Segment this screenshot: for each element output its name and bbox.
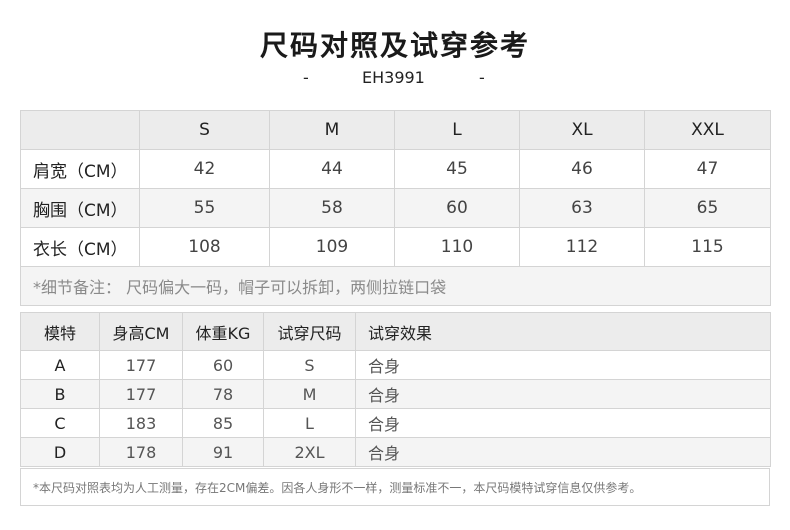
model-size: 2XL [263, 437, 356, 467]
size-header-cell [20, 110, 140, 150]
size-header-cell: S [139, 110, 270, 150]
product-code: EH3991 [362, 68, 425, 87]
model-weight: 91 [182, 437, 264, 467]
model-height: 178 [99, 437, 183, 467]
model-header-cell: 模特 [20, 312, 100, 351]
model-fit-table: 模特 身高CM 体重KG 试穿尺码 试穿效果 A 177 60 S 合身 B 1… [20, 312, 771, 467]
measurement-value: 65 [644, 188, 771, 228]
code-dash-right: - [479, 68, 485, 87]
size-header-cell: M [269, 110, 395, 150]
measurement-label: 肩宽（CM） [20, 149, 140, 189]
model-header-cell: 身高CM [99, 312, 183, 351]
size-header-row: S M L XL XXL [20, 110, 771, 150]
measurement-value: 46 [519, 149, 645, 189]
measurement-value: 112 [519, 227, 645, 267]
measurement-value: 58 [269, 188, 395, 228]
table-row: 衣长（CM） 108 109 110 112 115 [20, 227, 771, 267]
table-row: 肩宽（CM） 42 44 45 46 47 [20, 149, 771, 189]
measurement-value: 47 [644, 149, 771, 189]
page-title: 尺码对照及试穿参考 [259, 29, 530, 62]
fit-effect: 合身 [355, 379, 771, 409]
size-header-cell: XXL [644, 110, 771, 150]
measurement-value: 110 [394, 227, 520, 267]
note-row: *细节备注： 尺码偏大一码，帽子可以拆卸，两侧拉链口袋 [20, 266, 771, 306]
measurement-label: 胸围（CM） [20, 188, 140, 228]
model-height: 177 [99, 379, 183, 409]
measurement-value: 60 [394, 188, 520, 228]
model-size: M [263, 379, 356, 409]
model-size: L [263, 408, 356, 438]
size-header-cell: XL [519, 110, 645, 150]
product-code-line: - EH3991 - [0, 68, 790, 88]
measurement-value: 108 [139, 227, 270, 267]
size-chart-table: S M L XL XXL 肩宽（CM） 42 44 45 46 47 胸围（CM… [20, 110, 771, 306]
measurement-value: 115 [644, 227, 771, 267]
model-weight: 78 [182, 379, 264, 409]
fit-effect: 合身 [355, 408, 771, 438]
disclaimer-footnote: *本尺码对照表均为人工测量，存在2CM偏差。因各人身形不一样，测量标准不一，本尺… [20, 468, 770, 506]
detail-note: *细节备注： 尺码偏大一码，帽子可以拆卸，两侧拉链口袋 [20, 266, 771, 306]
table-row: A 177 60 S 合身 [20, 350, 771, 380]
measurement-value: 55 [139, 188, 270, 228]
measurement-value: 44 [269, 149, 395, 189]
model-name: D [20, 437, 100, 467]
fit-effect: 合身 [355, 437, 771, 467]
model-height: 177 [99, 350, 183, 380]
model-height: 183 [99, 408, 183, 438]
model-name: A [20, 350, 100, 380]
measurement-value: 45 [394, 149, 520, 189]
model-header-cell: 体重KG [182, 312, 264, 351]
measurement-value: 63 [519, 188, 645, 228]
model-header-cell: 试穿效果 [355, 312, 771, 351]
measurement-value: 42 [139, 149, 270, 189]
measurement-value: 109 [269, 227, 395, 267]
model-name: B [20, 379, 100, 409]
table-row: D 178 91 2XL 合身 [20, 437, 771, 467]
measurement-label: 衣长（CM） [20, 227, 140, 267]
table-row: B 177 78 M 合身 [20, 379, 771, 409]
model-name: C [20, 408, 100, 438]
size-header-cell: L [394, 110, 520, 150]
model-weight: 85 [182, 408, 264, 438]
model-header-row: 模特 身高CM 体重KG 试穿尺码 试穿效果 [20, 312, 771, 351]
model-header-cell: 试穿尺码 [263, 312, 356, 351]
table-row: 胸围（CM） 55 58 60 63 65 [20, 188, 771, 228]
code-dash-left: - [303, 68, 309, 87]
table-row: C 183 85 L 合身 [20, 408, 771, 438]
model-weight: 60 [182, 350, 264, 380]
fit-effect: 合身 [355, 350, 771, 380]
model-size: S [263, 350, 356, 380]
